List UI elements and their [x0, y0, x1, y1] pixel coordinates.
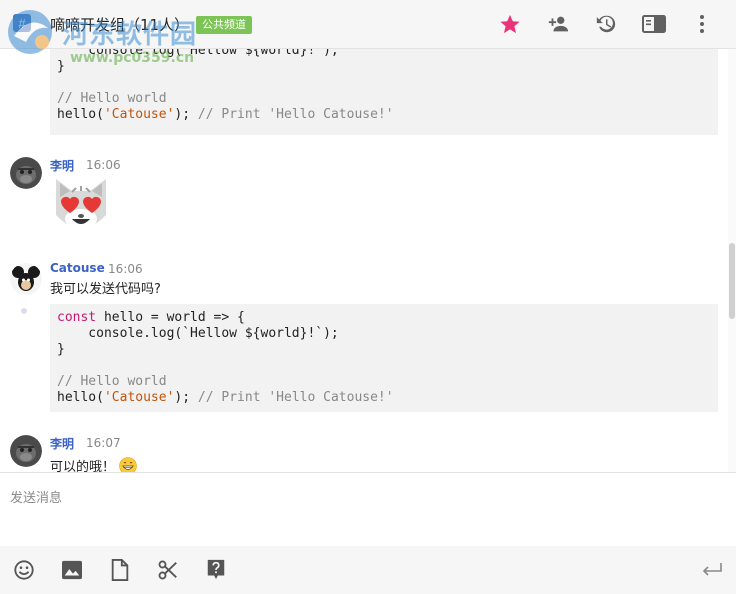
- message-input-placeholder[interactable]: 发送消息: [10, 487, 62, 506]
- message-author[interactable]: 李明: [50, 435, 74, 452]
- channel-icon: #: [13, 14, 31, 32]
- message-text: 我可以发送代码吗?: [50, 282, 161, 297]
- add-person-icon: [548, 16, 569, 32]
- message-scrollbar[interactable]: [728, 49, 736, 472]
- message-status-dot: [21, 308, 27, 314]
- code-keyword: const: [57, 310, 97, 325]
- gorilla-avatar-icon: [10, 435, 42, 467]
- code-comment: // Print 'Hello Catouse!': [190, 390, 394, 405]
- message-author[interactable]: 李明: [50, 157, 74, 174]
- sidebar-icon: [642, 15, 666, 33]
- code-line: console.log(`Hellow ${world}!`);: [57, 49, 339, 58]
- code-block: console.log(`Hellow ${world}!`); } // He…: [50, 49, 718, 135]
- add-member-button[interactable]: [534, 11, 582, 37]
- more-vert-icon: [700, 15, 704, 33]
- message-composer[interactable]: 发送消息: [0, 472, 736, 546]
- mouse-avatar-icon: [10, 263, 42, 295]
- message-list[interactable]: console.log(`Hellow ${world}!`); } // He…: [0, 49, 728, 472]
- avatar-gorilla[interactable]: [10, 157, 42, 189]
- svg-text:#: #: [18, 16, 26, 31]
- message-time: 16:06: [86, 158, 121, 172]
- more-menu-button[interactable]: [678, 11, 726, 37]
- file-icon: [111, 559, 129, 581]
- message-text: 可以的哦！: [50, 456, 137, 472]
- message-author[interactable]: Catouse: [50, 261, 105, 275]
- heart-eyes-cat-emoji: [50, 175, 112, 237]
- message-time: 16:07: [86, 436, 121, 450]
- code-token: );: [174, 107, 191, 122]
- avatar-catouse[interactable]: [10, 263, 42, 295]
- code-line: }: [57, 59, 65, 74]
- code-token: hello(: [57, 390, 104, 405]
- message-time: 16:06: [108, 262, 143, 276]
- image-button[interactable]: [60, 558, 84, 582]
- code-comment: // Print 'Hello Catouse!': [190, 107, 394, 122]
- chat-header: # 嘀嘀开发组（11人） 公共频道: [0, 0, 736, 49]
- avatar-gorilla[interactable]: [10, 435, 42, 467]
- scissors-icon: [158, 560, 177, 580]
- send-enter-icon: [702, 563, 722, 576]
- send-button[interactable]: [700, 558, 724, 582]
- code-line: console.log(`Hellow ${world}!`);: [57, 326, 339, 341]
- emoji-icon: [14, 560, 34, 580]
- code-block: const hello = world => { console.log(`He…: [50, 304, 718, 412]
- channel-type-badge: 公共频道: [196, 16, 252, 34]
- history-button[interactable]: [582, 11, 630, 37]
- history-icon: [596, 15, 616, 33]
- emoji-button[interactable]: [12, 558, 36, 582]
- star-icon: [500, 14, 520, 34]
- code-token: );: [174, 390, 191, 405]
- message-text-content: 可以的哦！: [50, 460, 116, 472]
- code-comment: // Hello world: [57, 91, 167, 106]
- code-line: }: [57, 342, 65, 357]
- composer-toolbar: [0, 546, 736, 594]
- code-comment: // Hello world: [57, 374, 167, 389]
- grin-emoji: [119, 457, 137, 472]
- code-string: 'Catouse': [103, 107, 175, 122]
- help-button[interactable]: [204, 558, 228, 582]
- code-string: 'Catouse': [103, 390, 175, 405]
- screenshot-button[interactable]: [156, 558, 180, 582]
- gorilla-avatar-icon: [10, 157, 42, 189]
- code-token: hello = world => {: [96, 310, 245, 325]
- help-icon: [207, 559, 225, 580]
- code-token: hello(: [57, 107, 104, 122]
- scrollbar-thumb[interactable]: [729, 243, 735, 319]
- file-button[interactable]: [108, 558, 132, 582]
- image-icon: [62, 560, 82, 580]
- toggle-sidebar-button[interactable]: [630, 11, 678, 37]
- star-button[interactable]: [486, 11, 534, 37]
- chat-title: 嘀嘀开发组（11人）: [50, 16, 190, 34]
